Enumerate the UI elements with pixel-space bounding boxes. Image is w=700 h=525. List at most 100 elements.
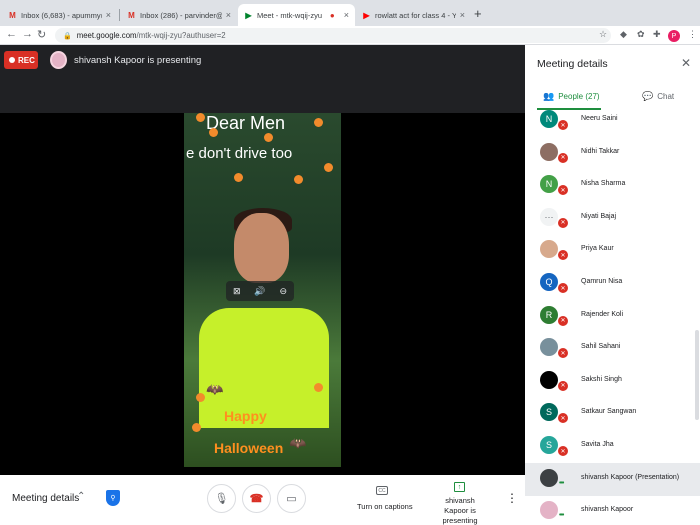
security-shield-icon[interactable]: ⚲ xyxy=(106,490,120,506)
panel-title: Meeting details xyxy=(537,58,608,70)
mic-muted-icon: ✕ xyxy=(557,119,569,131)
close-tab-icon[interactable]: × xyxy=(344,10,349,20)
video-caption-second: e don't drive too xyxy=(186,145,293,162)
leave-call-button[interactable]: ☎ xyxy=(242,484,271,513)
participant-avatar: Q xyxy=(540,273,558,291)
remove-icon[interactable]: ⊖ xyxy=(279,286,287,297)
mic-muted-icon: ✕ xyxy=(557,249,569,262)
browser-tab-meet[interactable]: ▶ Meet - mtk-wqij-zyu ● × xyxy=(238,4,355,26)
meet-icon: ▶ xyxy=(245,10,252,20)
participant-row[interactable]: ••• shivansh Kapoor (Presentation) xyxy=(525,462,700,496)
participant-row[interactable]: S ✕ Satkaur Sangwan xyxy=(525,397,700,430)
camera-icon: ▭ xyxy=(286,493,297,505)
close-tab-icon[interactable]: × xyxy=(106,10,111,20)
microphone-icon: 🎙 xyxy=(214,493,229,505)
participant-avatar xyxy=(540,240,558,259)
browser-tab-gmail-2[interactable]: M Inbox (286) - parvinder@thein × xyxy=(121,4,237,26)
more-options-icon[interactable]: ⋮ xyxy=(506,491,518,505)
screen: M Inbox (6,683) - apummy@gm × M Inbox (2… xyxy=(0,0,700,525)
extension-icon[interactable]: ✿ xyxy=(637,29,645,40)
participant-name: Savita Jha xyxy=(581,441,614,448)
captions-button[interactable]: Turn on captions xyxy=(357,502,413,511)
tab-people[interactable]: 👥 People (27) xyxy=(543,91,600,102)
browser-menu-icon[interactable]: ⋮ xyxy=(688,29,697,40)
presenter-avatar xyxy=(50,51,67,69)
extensions-puzzle-icon[interactable]: ✚ xyxy=(653,29,661,40)
video-caption-happy: Happy xyxy=(224,408,267,424)
bat-icon: 🦇 xyxy=(289,435,307,451)
participant-name: shivansh Kapoor xyxy=(581,506,634,514)
close-tab-icon[interactable]: × xyxy=(226,10,231,20)
person-face xyxy=(234,213,289,283)
presenting-status-button[interactable]: shivansh Kapoor is presenting xyxy=(434,496,486,525)
mic-muted-icon: ✕ xyxy=(557,314,569,327)
pumpkin-emoji xyxy=(209,128,218,137)
mic-muted-icon: ✕ xyxy=(557,151,569,164)
camera-button[interactable]: ▭ xyxy=(277,484,306,513)
gmail-icon: M xyxy=(9,10,16,20)
tab-divider xyxy=(119,9,120,21)
participant-row[interactable]: ··· ✕ Niyati Bajaj xyxy=(525,202,700,235)
pin-icon[interactable]: ⊠ xyxy=(233,286,241,297)
address-bar[interactable]: 🔒 meet.google.com/mtk-wqij-zyu?authuser=… xyxy=(55,28,611,43)
pumpkin-emoji xyxy=(234,173,243,182)
captions-icon[interactable]: CC xyxy=(376,486,388,495)
recording-indicator-icon: ● xyxy=(329,10,335,20)
participant-row[interactable]: Q ✕ Qamrun Nisa xyxy=(525,267,700,300)
participant-name: Rajender Koli xyxy=(581,310,624,318)
participant-name: Nidhi Takkar xyxy=(581,147,620,155)
participant-name: Nisha Sharma xyxy=(581,180,626,188)
participant-avatar: S xyxy=(540,403,558,422)
chevron-up-icon[interactable]: ⌃ xyxy=(77,491,85,502)
mic-muted-icon: ✕ xyxy=(557,184,569,197)
participant-row[interactable]: ✕ Sahil Sahani xyxy=(525,332,700,365)
participant-row[interactable]: S ✕ Savita Jha xyxy=(525,430,700,463)
hang-up-icon: ☎ xyxy=(249,493,264,505)
forward-icon[interactable]: → xyxy=(22,28,33,40)
bat-icon: 🦇 xyxy=(206,381,224,397)
recording-badge: REC xyxy=(4,51,38,69)
meeting-details-button[interactable]: Meeting details xyxy=(12,493,79,504)
bookmark-star-icon[interactable]: ☆ xyxy=(599,29,607,40)
youtube-icon: ▶ xyxy=(363,10,370,20)
participant-row[interactable]: ✕ Nidhi Takkar xyxy=(525,137,700,170)
tab-chat[interactable]: 💬 Chat xyxy=(642,91,674,102)
participant-name: Qamrun Nisa xyxy=(581,278,623,285)
participant-row[interactable]: ✕ Priya Kaur xyxy=(525,234,700,267)
volume-icon[interactable]: 🔊 xyxy=(254,286,265,297)
panel-scrollbar[interactable] xyxy=(695,330,699,420)
profile-avatar[interactable]: P xyxy=(668,30,680,42)
audio-level-icon: ••• xyxy=(559,512,564,520)
pumpkin-emoji xyxy=(314,118,323,127)
close-icon[interactable]: ✕ xyxy=(681,56,691,70)
browser-tab-gmail-1[interactable]: M Inbox (6,683) - apummy@gm × xyxy=(2,4,117,26)
participant-name: Priya Kaur xyxy=(581,245,614,253)
gmail-icon: M xyxy=(128,10,135,20)
lock-icon: 🔒 xyxy=(63,32,72,40)
pumpkin-emoji xyxy=(264,133,273,142)
close-tab-icon[interactable]: × xyxy=(460,10,465,20)
mic-muted-icon: ✕ xyxy=(557,282,569,294)
back-icon[interactable]: ← xyxy=(6,28,17,40)
new-tab-button[interactable]: + xyxy=(474,6,482,21)
extension-shield-icon[interactable]: ◆ xyxy=(620,29,627,40)
people-icon: 👥 xyxy=(543,91,555,101)
mic-muted-icon: ✕ xyxy=(557,347,569,360)
tab-strip: M Inbox (6,683) - apummy@gm × M Inbox (2… xyxy=(0,0,700,26)
participant-row[interactable]: N ✕ Nisha Sharma xyxy=(525,169,700,202)
video-caption-halloween: Halloween xyxy=(214,440,284,456)
microphone-button[interactable]: 🎙 xyxy=(207,484,236,513)
pumpkin-emoji xyxy=(324,163,333,172)
participant-row[interactable]: R ✕ Rajender Koli xyxy=(525,300,700,333)
participant-name: Neeru Saini xyxy=(581,115,618,122)
participant-avatar xyxy=(540,370,558,389)
participant-name: Sakshi Singh xyxy=(581,375,622,383)
participant-row[interactable]: N ✕ Neeru Saini xyxy=(525,110,700,137)
participant-row[interactable]: ••• shivansh Kapoor xyxy=(525,495,700,525)
present-screen-icon[interactable]: ↑ xyxy=(454,482,465,492)
participant-avatar: N xyxy=(540,175,558,194)
browser-tab-youtube[interactable]: ▶ rowlatt act for class 4 - YouTub × xyxy=(356,4,471,26)
participant-row[interactable]: ✕ Sakshi Singh xyxy=(525,365,700,398)
mic-muted-icon: ✕ xyxy=(557,445,569,457)
reload-icon[interactable]: ↻ xyxy=(37,28,46,41)
